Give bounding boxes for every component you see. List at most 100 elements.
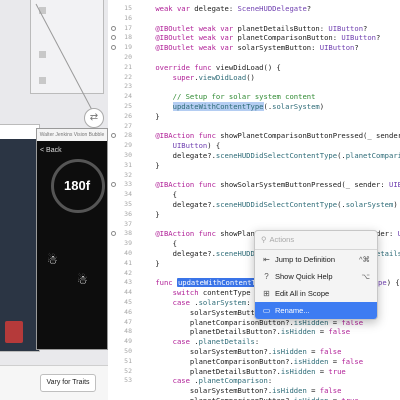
- code-line[interactable]: @IBOutlet weak var planetComparisonButto…: [138, 33, 380, 42]
- code-token: planetComparison: [198, 376, 268, 386]
- code-line[interactable]: solarSystemButton?.isHidden = false: [138, 347, 341, 356]
- actions-search[interactable]: ⚲ Actions: [261, 235, 371, 247]
- code-line[interactable]: @IBOutlet weak var solarSystemButton: UI…: [138, 43, 358, 53]
- code-line[interactable]: solarSystemButton?.isHidden = false: [138, 386, 341, 395]
- vary-for-traits-button[interactable]: Vary for Traits: [40, 374, 96, 392]
- code-line[interactable]: planetDetailsButton?.isHidden = true: [138, 367, 346, 376]
- code-token: =: [306, 386, 320, 396]
- segue-icon[interactable]: ⇄: [84, 108, 104, 128]
- code-line[interactable]: updateWithContentType(.solarSystem): [138, 102, 324, 111]
- code-token: sceneHUDDidSelectContentType: [215, 200, 338, 209]
- counter-ring: 180f: [51, 159, 105, 213]
- scene-left[interactable]: [0, 124, 40, 352]
- code-token: delegate?.: [138, 151, 216, 160]
- line-number-gutter[interactable]: 15 16 17 18 19 20 21 22 23 24 25 26 27 28 29 30 31 32 33 34…: [108, 0, 136, 400]
- code-token: // Setup for solar system content: [172, 92, 316, 102]
- code-token: ) {: [386, 278, 400, 288]
- code-line[interactable]: switch contentType {: [138, 288, 260, 298]
- code-line[interactable]: planetComparisonButton?.isHidden = false: [138, 357, 363, 366]
- code-token: ): [319, 102, 325, 111]
- code-line[interactable]: super.viewDidLoad(): [138, 73, 255, 82]
- code-line[interactable]: {: [138, 239, 177, 248]
- code-token: isHidden: [280, 327, 316, 337]
- line-number: 25: [124, 102, 132, 110]
- line-number: 41: [124, 258, 132, 267]
- code-line[interactable]: delegate?.sceneHUDDidSelectContentType(.…: [138, 151, 400, 160]
- line-number: 44: [124, 288, 132, 297]
- code-line[interactable]: @IBOutlet weak var planetDetailsButton: …: [138, 24, 367, 33]
- code-line[interactable]: override func viewDidLoad() {: [138, 63, 281, 72]
- line-number: 51: [124, 356, 132, 365]
- code-token: super: [172, 72, 195, 82]
- code-token: contentType {: [198, 288, 260, 298]
- actions-search-placeholder: Actions: [269, 235, 295, 244]
- code-editor[interactable]: weak var delegate: SceneHUDDelegate? @IB…: [136, 0, 400, 400]
- menu-item-label: Show Quick Help: [275, 272, 333, 281]
- code-token: :: [267, 376, 273, 386]
- line-number: 37: [124, 219, 132, 228]
- code-line[interactable]: @IBAction func showSolarSystemButtonPres…: [138, 180, 400, 189]
- code-line[interactable]: case .planetDetails:: [138, 337, 260, 347]
- scene-hud[interactable]: Walter Jenkins Vision Bubble < Back 180f…: [36, 128, 108, 350]
- code-line[interactable]: }: [138, 111, 160, 121]
- jump-icon: ⇤: [263, 255, 270, 264]
- code-line[interactable]: delegate?.sceneHUDDidSelectContentType(.…: [138, 200, 398, 209]
- code-token: planetComparisonButton:: [233, 33, 342, 43]
- storyboard-canvas[interactable]: ⇄ Walter Jenkins Vision Bubble < Back 18…: [0, 0, 109, 400]
- code-token: planetDetails: [198, 337, 255, 347]
- code-line[interactable]: @IBAction func showPlanetComparisonButto…: [138, 131, 400, 140]
- menu-item-jump-to-definition[interactable]: ⇤ Jump to Definition ^⌘: [255, 251, 377, 268]
- edit-scope-icon: ⊞: [263, 289, 270, 298]
- code-line[interactable]: case .planetComparison:: [138, 376, 273, 386]
- outlet-connection-icon[interactable]: [111, 25, 116, 31]
- code-token: delegate?.: [138, 200, 216, 209]
- code-token: .: [189, 376, 199, 386]
- red-control: [5, 321, 23, 343]
- code-line[interactable]: // Setup for solar system content: [138, 92, 316, 102]
- code-token: ) {: [207, 141, 221, 151]
- menu-item-rename[interactable]: ▭ Rename...: [255, 302, 377, 319]
- menu-separator: [255, 249, 377, 250]
- code-token: solarSystemButton:: [233, 43, 320, 53]
- code-token: {: [138, 190, 177, 200]
- code-token: override func: [155, 62, 212, 72]
- code-token: {: [138, 239, 177, 249]
- code-token: false: [319, 386, 342, 396]
- code-token: solarSystemButton?.: [138, 307, 273, 317]
- code-line[interactable]: }: [138, 210, 159, 219]
- code-line[interactable]: weak var delegate: SceneHUDDelegate?: [138, 4, 311, 13]
- code-line[interactable]: planetComparisonButton?.isHidden = true: [138, 396, 359, 400]
- code-token: (.: [337, 200, 346, 209]
- code-line[interactable]: case .solarSystem:: [138, 298, 251, 307]
- astronaut-icon: ☃: [47, 253, 58, 267]
- code-line[interactable]: }: [138, 259, 159, 268]
- code-token: true: [341, 396, 358, 400]
- menu-item-label: Jump to Definition: [275, 255, 336, 264]
- code-line[interactable]: planetDetailsButton?.isHidden = false: [138, 327, 350, 336]
- menu-item-show-quick-help[interactable]: ? Show Quick Help ⌥: [255, 268, 377, 285]
- canvas-bottom-bar: Vary for Traits: [0, 365, 108, 400]
- back-button[interactable]: < Back: [40, 147, 62, 154]
- code-token: solarSystem: [272, 102, 320, 111]
- code-token: @IBAction func: [155, 131, 216, 141]
- code-token: viewDidLoad() {: [211, 62, 281, 72]
- context-menu[interactable]: ⚲ Actions ⇤ Jump to Definition ^⌘? Show Quic…: [254, 230, 378, 320]
- code-token: isHidden: [293, 356, 329, 366]
- code-line[interactable]: {: [138, 190, 177, 199]
- code-line[interactable]: UIButton) {: [138, 141, 221, 151]
- code-token: }: [138, 111, 160, 121]
- code-token: isHidden: [272, 386, 307, 396]
- code-token: @IBOutlet weak var: [155, 43, 234, 53]
- code-token: showSolarSystemButtonPressed(_ sender:: [215, 180, 389, 190]
- code-token: isHidden: [294, 396, 329, 400]
- code-token: @IBAction func: [155, 229, 216, 239]
- menu-item-edit-all-in-scope[interactable]: ⊞ Edit All in Scope: [255, 285, 377, 302]
- code-line[interactable]: }: [138, 161, 159, 170]
- line-number: 24: [124, 92, 132, 101]
